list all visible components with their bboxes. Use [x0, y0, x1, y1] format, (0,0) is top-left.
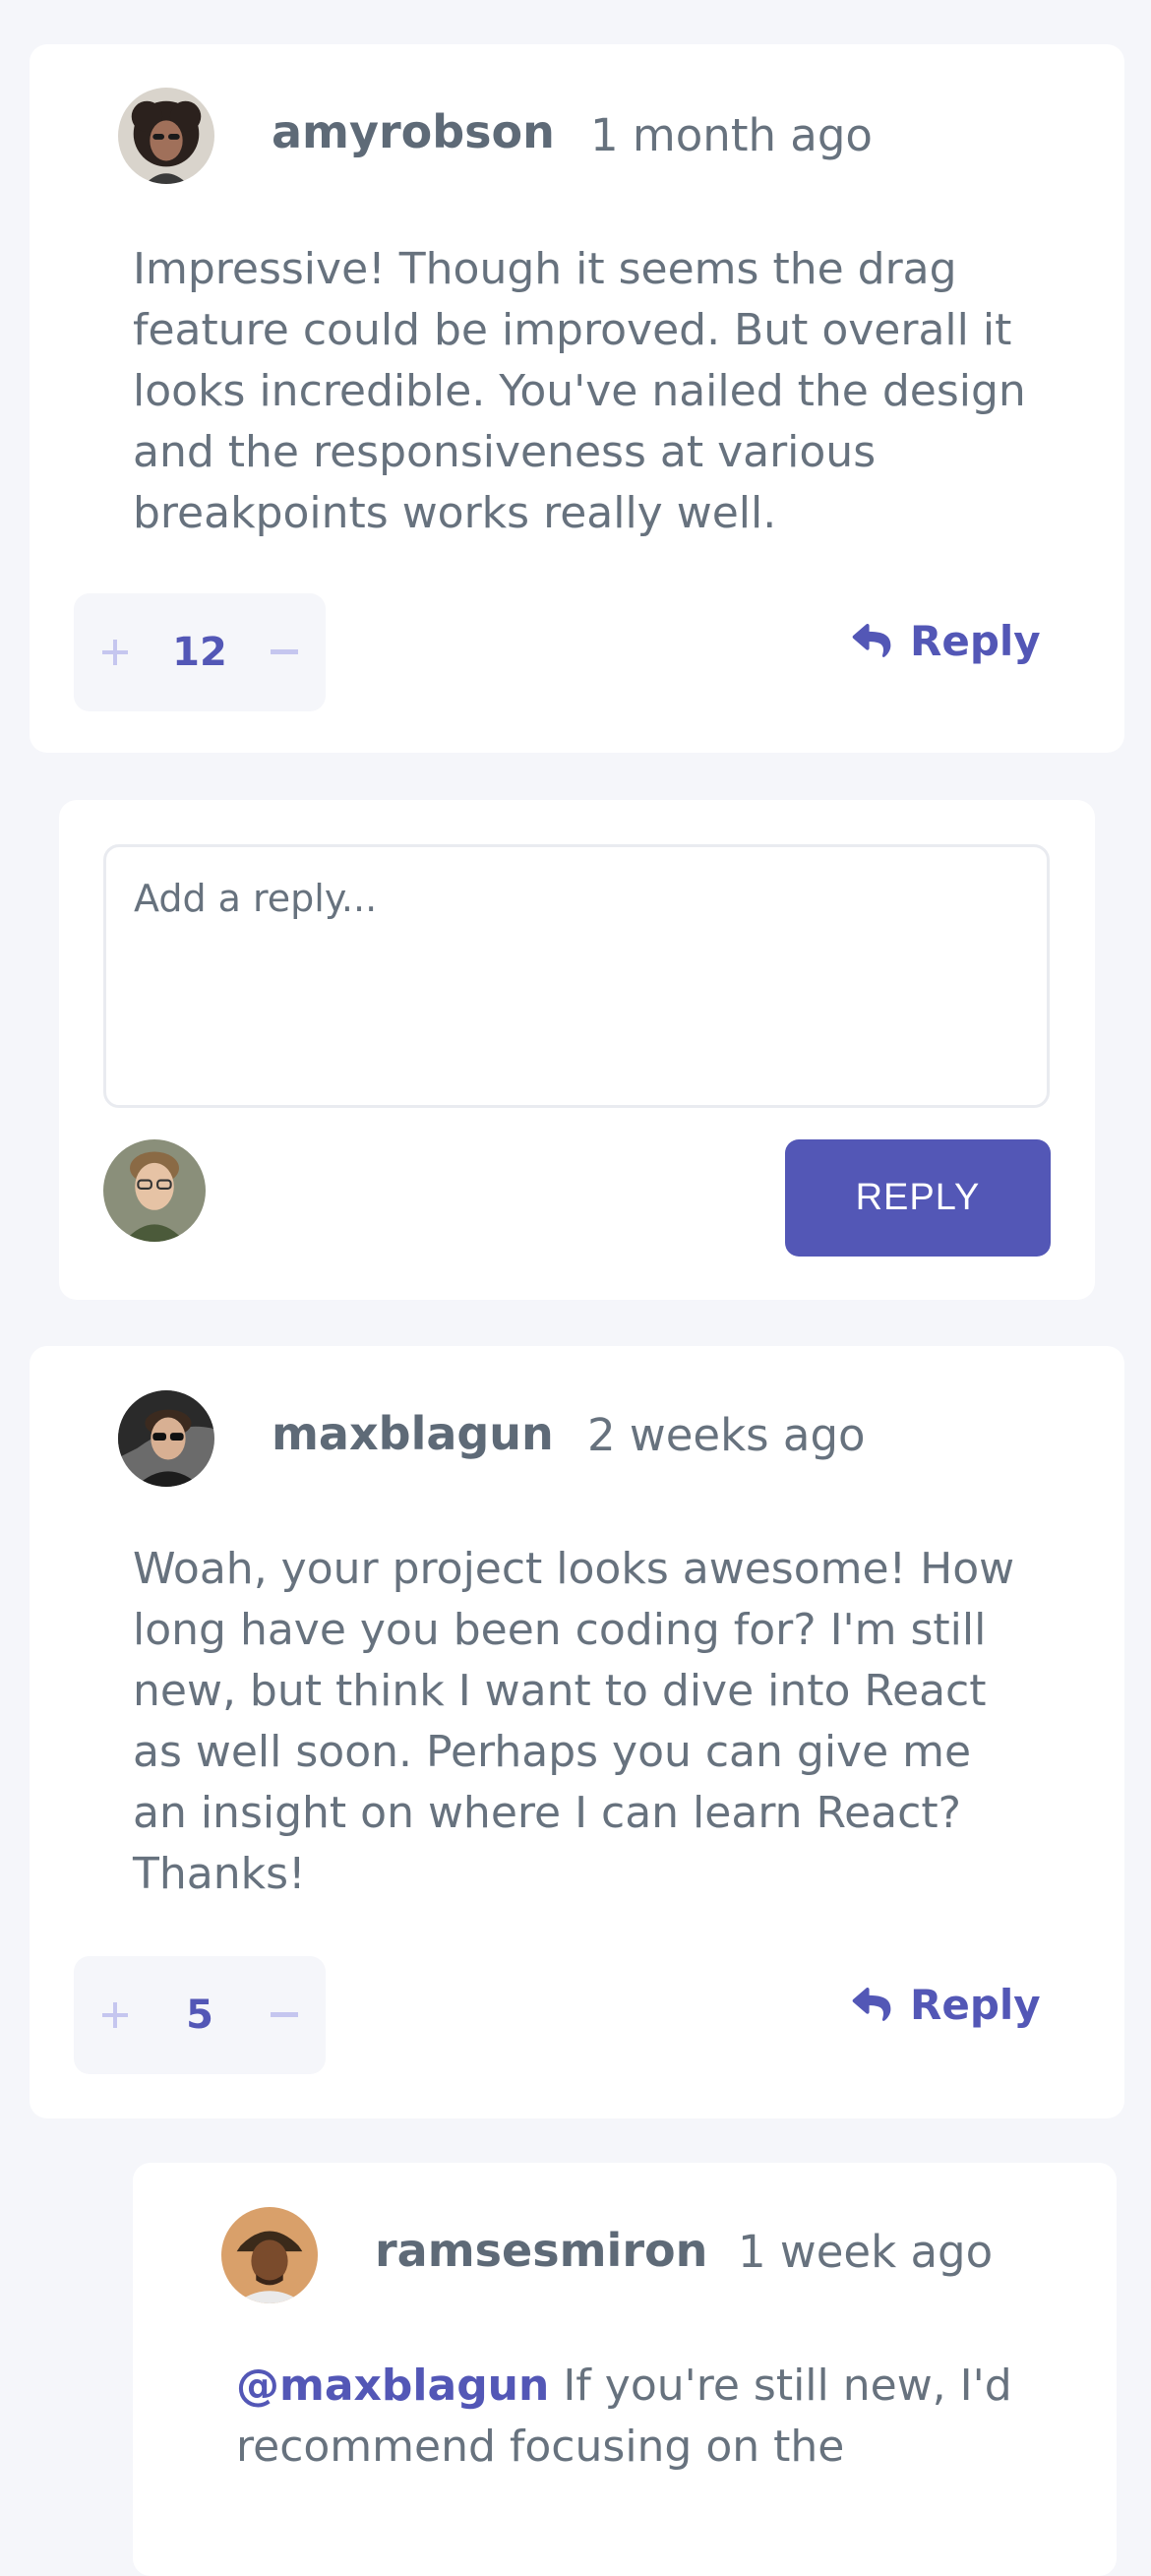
- comment-timestamp: 1 month ago: [590, 109, 873, 161]
- reply-form: REPLY: [59, 800, 1095, 1300]
- reply-username: ramsesmiron: [375, 2224, 708, 2277]
- minus-icon: [271, 2012, 298, 2017]
- reply-button[interactable]: Reply: [851, 1981, 1041, 2029]
- downvote-button[interactable]: [255, 1956, 314, 2074]
- reply-button[interactable]: Reply: [851, 617, 1041, 665]
- comment-card: maxblagun 2 weeks ago Woah, your project…: [30, 1346, 1124, 2118]
- comment-username: maxblagun: [272, 1407, 554, 1460]
- comment-username: amyrobson: [272, 105, 555, 158]
- avatar-maxblagun: [118, 1390, 214, 1487]
- reply-timestamp: 1 week ago: [738, 2226, 994, 2278]
- plus-icon: [102, 2002, 128, 2028]
- comment-timestamp: 2 weeks ago: [587, 1409, 866, 1461]
- reply-card: ramsesmiron 1 week ago @maxblagun If you…: [133, 2163, 1117, 2576]
- avatar-current-user: [103, 1139, 206, 1242]
- downvote-button[interactable]: [255, 593, 314, 711]
- comment-body: Impressive! Though it seems the drag fea…: [133, 244, 1026, 538]
- comment-card: amyrobson 1 month ago Impressive! Though…: [30, 44, 1124, 753]
- score-value: 12: [172, 630, 227, 675]
- score-value: 5: [186, 1993, 213, 2038]
- mention-link[interactable]: @maxblagun: [236, 2361, 549, 2411]
- reply-arrow-icon: [852, 623, 891, 657]
- send-reply-button[interactable]: REPLY: [785, 1139, 1051, 1257]
- reply-button-label: Reply: [910, 1981, 1041, 2029]
- vote-counter: 12: [74, 593, 326, 711]
- reply-arrow-icon: [852, 1987, 891, 2021]
- vote-counter: 5: [74, 1956, 326, 2074]
- reply-body: @maxblagun If you're still new, I'd reco…: [236, 2356, 1043, 2478]
- comment-body: Woah, your project looks awesome! How lo…: [133, 1544, 1015, 1899]
- avatar-amyrobson: [118, 88, 214, 184]
- minus-icon: [271, 649, 298, 654]
- reply-button-label: Reply: [910, 617, 1041, 665]
- avatar-ramsesmiron: [221, 2207, 318, 2303]
- reply-textarea[interactable]: [103, 844, 1050, 1108]
- plus-icon: [102, 640, 128, 665]
